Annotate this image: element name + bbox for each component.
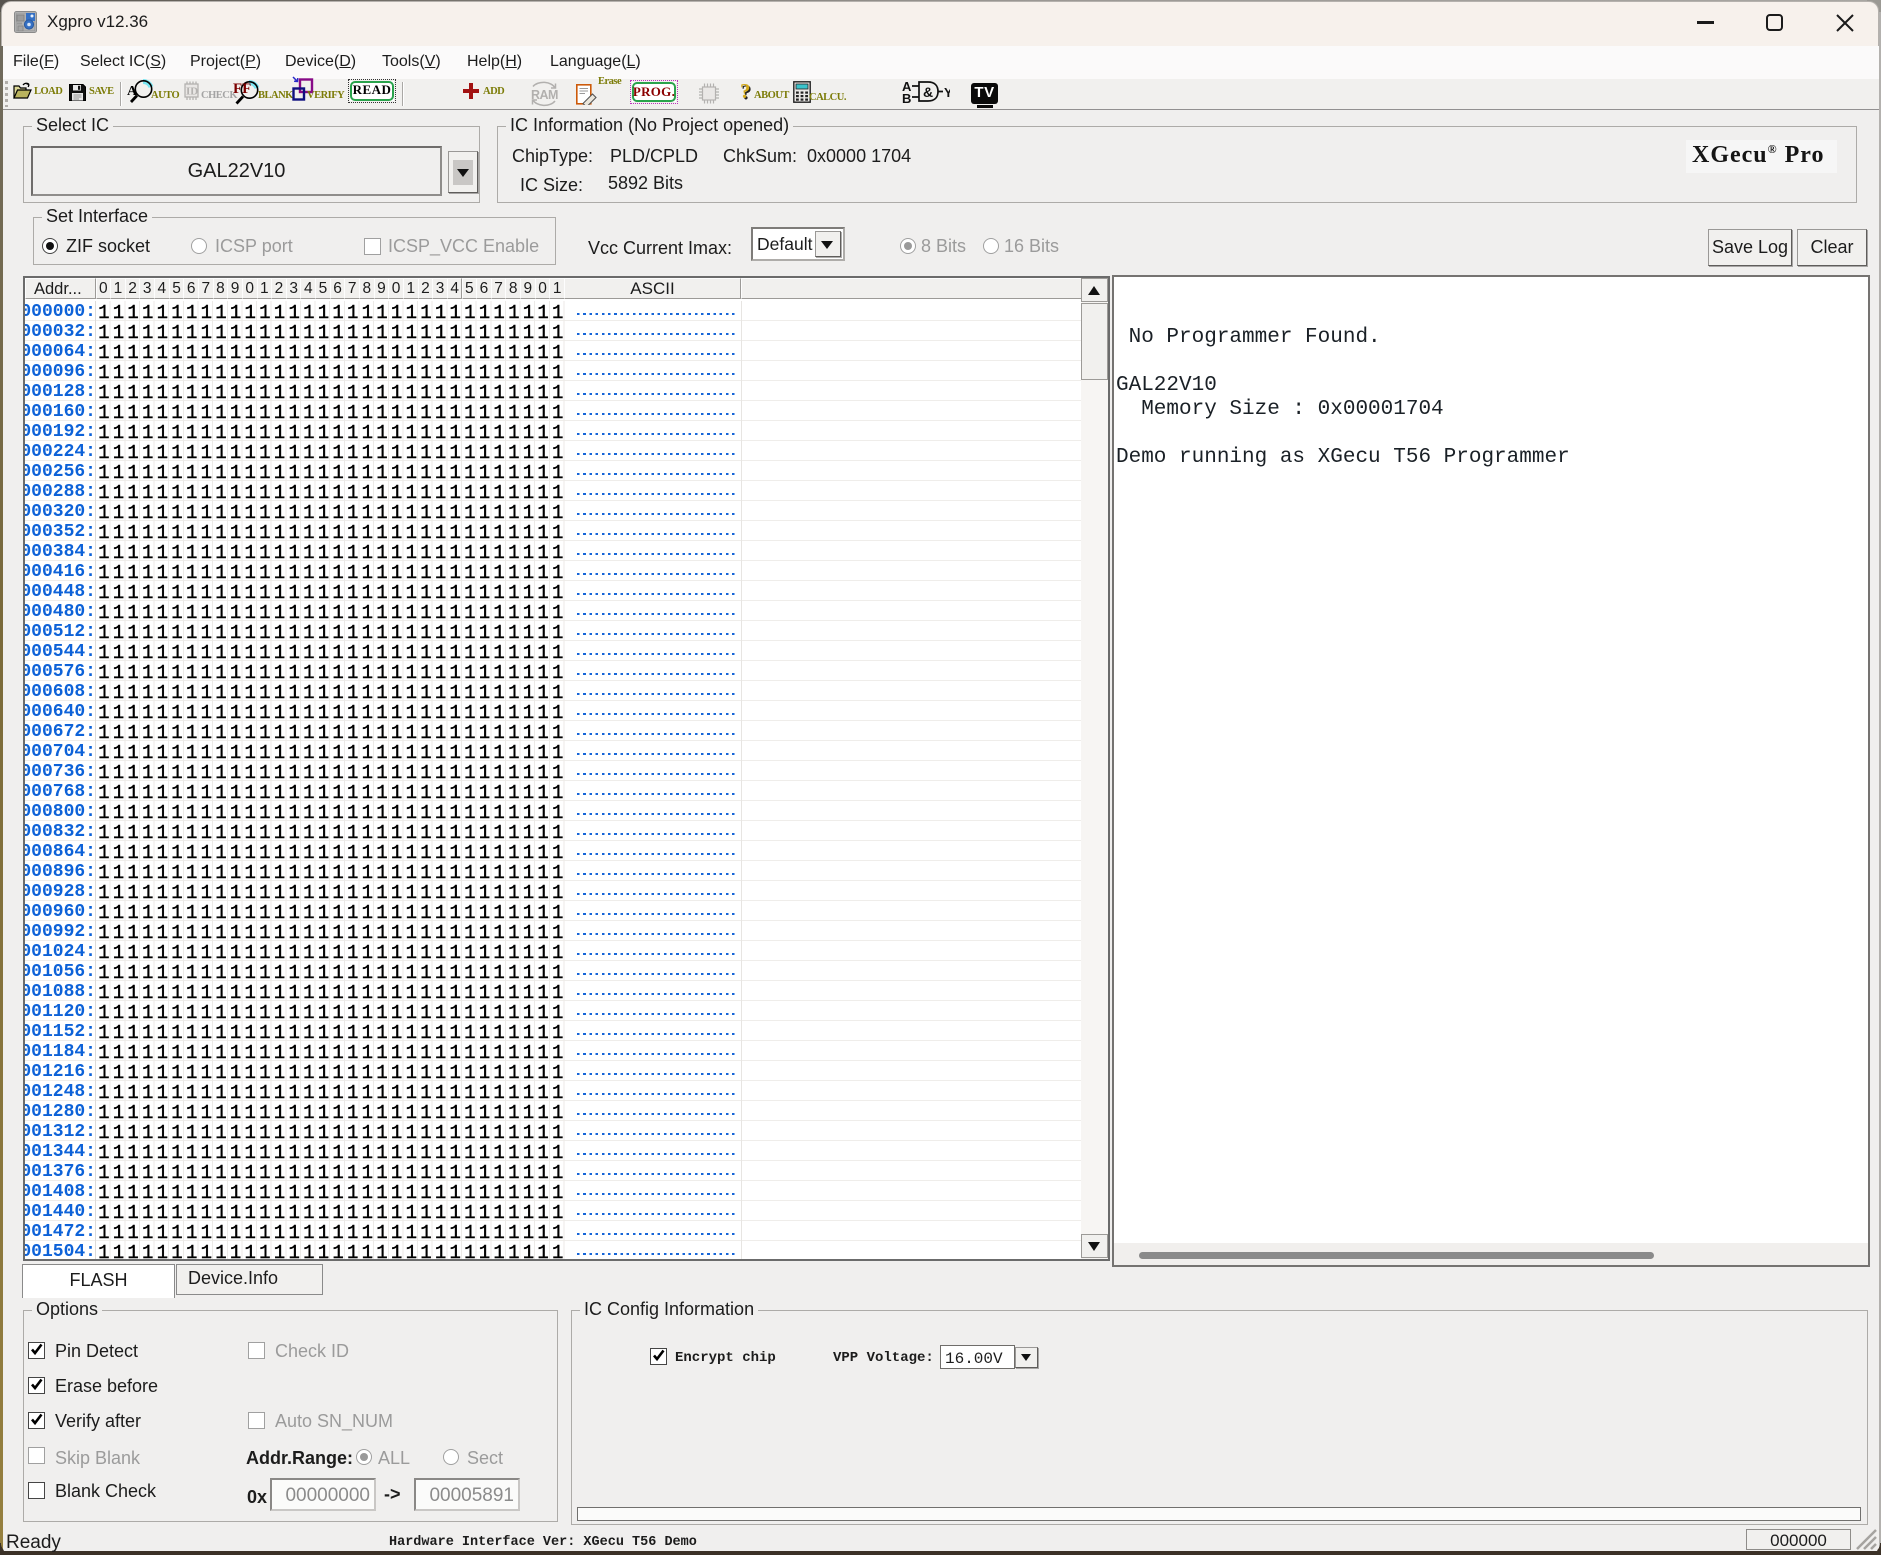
svg-text:FF: FF (233, 81, 251, 97)
svg-text:Y: Y (944, 85, 950, 100)
svg-text:&: & (923, 84, 933, 100)
svg-text:B: B (902, 91, 911, 106)
svg-text:ID: ID (186, 86, 198, 98)
